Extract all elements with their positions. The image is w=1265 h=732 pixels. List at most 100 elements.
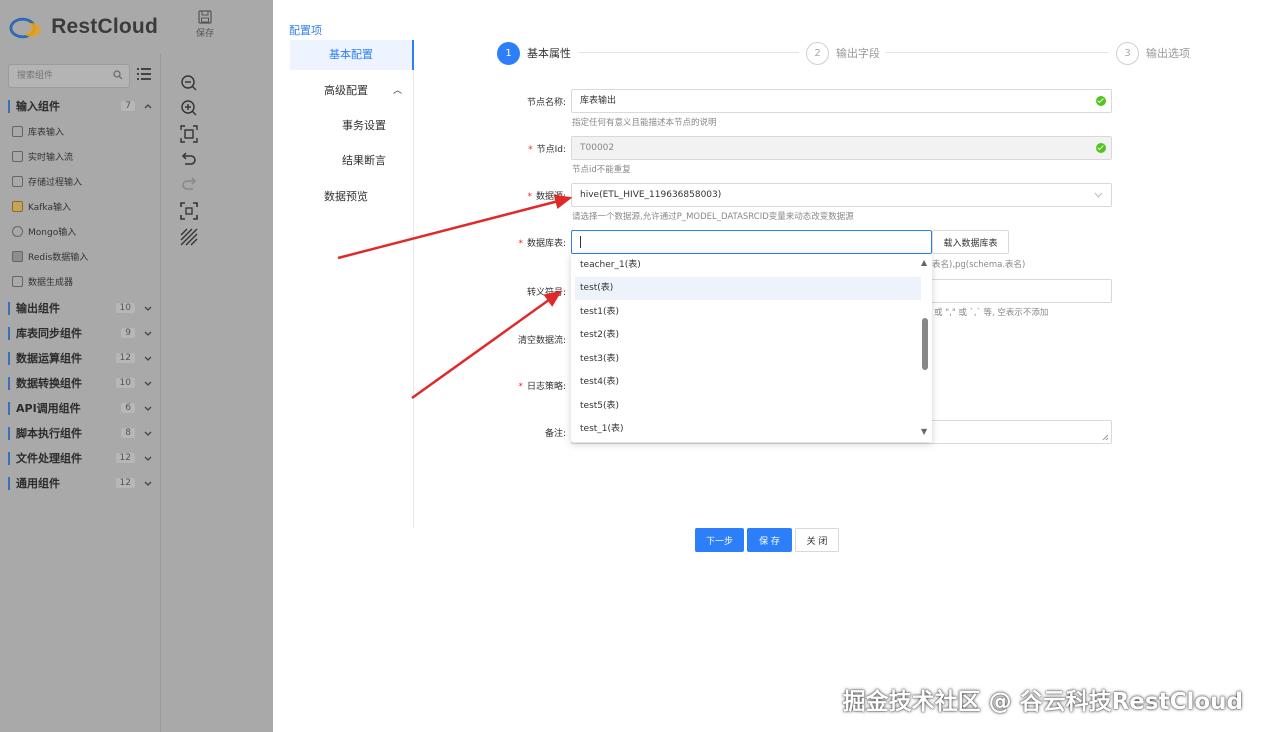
config-nav: 基本配置 高级配置 ︿ 事务设置 结果断言 数据预览 <box>290 40 414 528</box>
redo-icon[interactable] <box>180 176 198 194</box>
close-button[interactable]: 关 闭 <box>795 528 839 552</box>
required-mark: * <box>518 382 523 392</box>
dropdown-option[interactable]: test1(表) <box>571 301 921 324</box>
kafka-icon <box>12 200 23 212</box>
data-generator-icon <box>12 275 23 287</box>
chevron-up-icon: ︿ <box>392 86 402 96</box>
fullscreen-icon[interactable] <box>180 202 198 220</box>
datasource-select[interactable]: hive(ETL_HIVE_119636858003) <box>571 183 1112 207</box>
save-button[interactable]: 保 存 <box>747 528 792 552</box>
step-number: 1 <box>497 41 520 65</box>
step-number: 3 <box>1116 41 1139 65</box>
category-label: 脚本执行组件 <box>16 427 82 440</box>
node-id-value: T00002 <box>580 143 615 153</box>
stream-input-icon <box>12 150 23 162</box>
category-api[interactable]: API调用组件 6 <box>8 398 153 418</box>
save-icon <box>198 10 212 24</box>
remark-label: 备注: <box>544 429 566 439</box>
dropdown-option[interactable]: test2(表) <box>571 324 921 347</box>
resize-handle-icon <box>1102 434 1109 441</box>
category-table-sync[interactable]: 库表同步组件 9 <box>8 323 153 343</box>
category-count: 12 <box>115 453 135 463</box>
load-tables-button[interactable]: 载入数据库表 <box>932 230 1009 254</box>
category-output[interactable]: 输出组件 10 <box>8 298 153 318</box>
nav-transaction-settings[interactable]: 事务设置 <box>290 111 414 141</box>
db-table-input[interactable] <box>571 230 932 254</box>
table-input-icon <box>12 125 23 137</box>
node-id-label: * 节点Id: <box>466 142 566 155</box>
step-output-options[interactable]: 3 输出选项 <box>1116 41 1190 65</box>
scroll-down-icon[interactable]: ▼ <box>921 427 927 436</box>
dropdown-option[interactable]: test5(表) <box>571 395 921 418</box>
nav-basic-config[interactable]: 基本配置 <box>290 40 414 70</box>
node-name-input[interactable]: 库表输出 <box>571 89 1112 113</box>
category-marker <box>8 301 10 315</box>
node-name-value: 库表输出 <box>580 96 617 106</box>
dropdown-scrollbar[interactable] <box>922 318 928 370</box>
nav-result-assertion[interactable]: 结果断言 <box>290 146 414 176</box>
log-policy-label: * 日志策略: <box>466 379 566 392</box>
step-basic[interactable]: 1 基本属性 <box>497 41 571 65</box>
step-output-fields[interactable]: 2 输出字段 <box>806 41 880 65</box>
search-icon <box>113 70 123 80</box>
zoom-in-icon[interactable] <box>180 99 198 117</box>
chevron-down-icon <box>144 331 152 336</box>
table-dropdown[interactable]: teacher_1(表) test(表) test1(表) test2(表) t… <box>571 254 932 442</box>
fit-view-icon[interactable] <box>180 125 198 143</box>
component-item[interactable]: Kafka输入 <box>12 196 71 216</box>
component-item[interactable]: 存储过程输入 <box>12 171 82 191</box>
save-label: 保存 <box>195 29 214 39</box>
component-item[interactable]: Redis数据输入 <box>12 246 88 266</box>
chevron-up-icon <box>144 104 152 109</box>
component-item[interactable]: Mongo输入 <box>12 221 76 241</box>
dropdown-option[interactable]: test3(表) <box>571 348 921 371</box>
db-table-label: * 数据库表: <box>466 236 566 249</box>
valid-check-icon <box>1096 143 1106 153</box>
datasource-label: * 数据源: <box>466 189 566 202</box>
component-item[interactable]: 库表输入 <box>12 121 64 141</box>
grid-pattern-icon[interactable] <box>180 228 198 246</box>
nav-advanced-config[interactable]: 高级配置 ︿ <box>290 76 414 106</box>
next-step-button[interactable]: 下一步 <box>695 528 744 552</box>
category-input[interactable]: 输入组件 7 <box>8 96 153 116</box>
category-transform[interactable]: 数据转换组件 10 <box>8 373 153 393</box>
category-compute[interactable]: 数据运算组件 12 <box>8 348 153 368</box>
zoom-out-icon[interactable] <box>180 74 198 92</box>
redis-icon <box>12 250 23 262</box>
list-view-icon[interactable] <box>137 68 151 80</box>
nav-data-preview[interactable]: 数据预览 <box>290 182 414 212</box>
step-number: 2 <box>806 41 829 65</box>
category-label: 数据运算组件 <box>16 352 82 365</box>
component-search-input[interactable] <box>9 65 109 87</box>
dropdown-option[interactable]: teacher_1(表) <box>571 254 921 277</box>
clear-flow-label: 清空数据流: <box>517 336 566 346</box>
category-count: 10 <box>115 303 135 313</box>
category-script[interactable]: 脚本执行组件 8 <box>8 423 153 443</box>
cloud-logo-icon <box>9 17 41 39</box>
component-item[interactable]: 实时输入流 <box>12 146 73 166</box>
component-item[interactable]: 数据生成器 <box>12 271 73 291</box>
component-label: 库表输入 <box>28 127 65 138</box>
chevron-down-icon <box>144 431 152 436</box>
component-label: Kafka输入 <box>28 202 71 213</box>
component-label: 数据生成器 <box>28 277 74 288</box>
category-general[interactable]: 通用组件 12 <box>8 473 153 493</box>
category-file[interactable]: 文件处理组件 12 <box>8 448 153 468</box>
scroll-up-icon[interactable]: ▲ <box>921 258 927 267</box>
chevron-down-icon <box>1094 192 1103 198</box>
undo-icon[interactable] <box>180 151 198 169</box>
dropdown-option[interactable]: test_1(表) <box>571 418 921 441</box>
node-id-label-text: 节点Id: <box>536 145 566 155</box>
category-marker <box>8 326 10 340</box>
component-label: Redis数据输入 <box>28 252 89 263</box>
watermark: 掘金技术社区 @ 谷云科技RestCloud <box>842 689 1243 715</box>
category-count: 10 <box>115 378 135 388</box>
valid-check-icon <box>1096 96 1106 106</box>
dropdown-option[interactable]: test4(表) <box>571 371 921 394</box>
category-count: 6 <box>121 403 135 413</box>
component-label: 存储过程输入 <box>28 177 83 188</box>
component-search[interactable] <box>8 64 130 88</box>
category-label: 输入组件 <box>16 100 60 113</box>
dropdown-option[interactable]: test(表) <box>575 277 921 300</box>
toolbar-save-button[interactable]: 保存 <box>190 10 220 39</box>
